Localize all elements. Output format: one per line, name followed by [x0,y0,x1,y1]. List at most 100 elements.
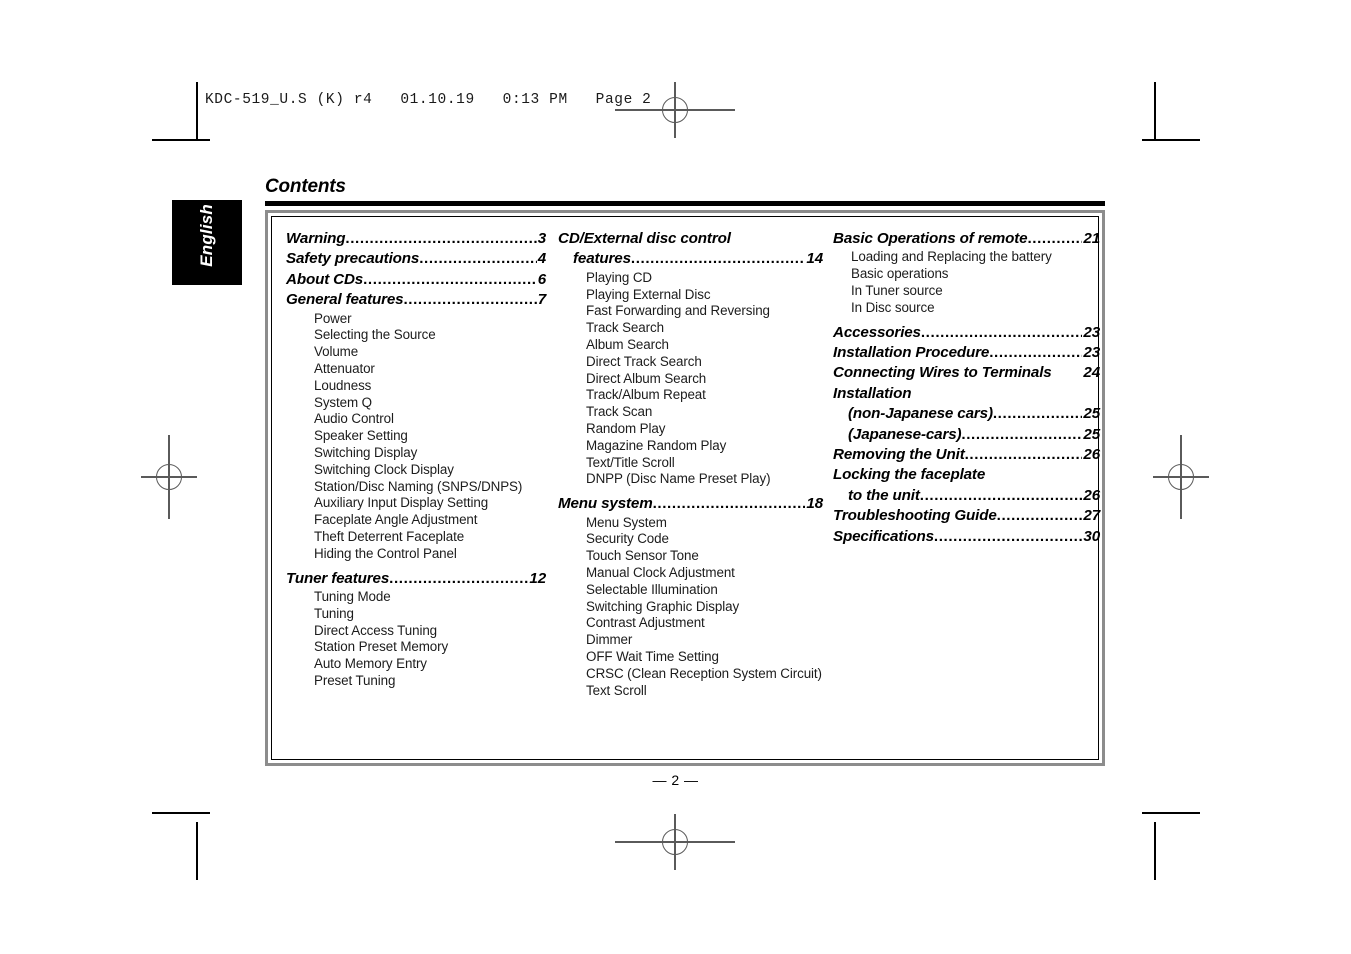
crop-mark-bottom-left-horizontal [152,812,210,814]
toc-subentry[interactable]: Faceplate Angle Adjustment [286,512,546,529]
title-rule [265,201,1105,206]
toc-leader-dots [653,494,806,514]
toc-subentry[interactable]: Fast Forwarding and Reversing [558,303,823,320]
toc-entry-label: (non-Japanese cars) [848,405,993,423]
toc-entry-page: 25 [1083,405,1100,423]
toc-subentry[interactable]: In Disc source [833,300,1100,317]
toc-subentry[interactable]: Random Play [558,421,823,438]
toc-entry-label: Troubleshooting Guide [833,507,997,525]
toc-entry-page: 21 [1083,230,1100,247]
toc-subentry[interactable]: Power [286,311,546,328]
toc-entry-label: Locking the faceplate [833,466,986,484]
toc-subentry[interactable]: Menu System [558,515,823,532]
toc-entry[interactable]: features 14 [558,249,823,269]
toc-leader-dots [345,229,536,249]
toc-subentry[interactable]: Direct Track Search [558,354,823,371]
toc-subentry[interactable]: Tuning [286,606,546,623]
toc-subentry[interactable]: In Tuner source [833,283,1100,300]
page-title: Contents [265,176,346,197]
toc-entry[interactable]: Specifications 30 [833,527,1100,547]
slug-divider [196,88,198,114]
toc-entry[interactable]: Locking the faceplate [833,465,1100,485]
slug-text: KDC-519_U.S (K) r4 01.10.19 0:13 PM Page… [205,92,652,108]
toc-leader-dots [1027,229,1082,249]
toc-subentry[interactable]: Switching Graphic Display [558,599,823,616]
toc-subentry[interactable]: Switching Display [286,445,546,462]
crop-mark-top-right-vertical [1154,82,1156,140]
toc-subentry[interactable]: Basic operations [833,266,1100,283]
toc-subentry[interactable]: Auxiliary Input Display Setting [286,495,546,512]
toc-entry-label: Installation [833,384,912,402]
toc-entry-page: 30 [1083,527,1100,545]
toc-subentry[interactable]: Theft Deterrent Faceplate [286,529,546,546]
toc-subentry[interactable]: Selecting the Source [286,327,546,344]
toc-subentry[interactable]: Loading and Replacing the battery [833,249,1100,266]
toc-entry-label: General features [286,291,404,309]
toc-subentry[interactable]: Station Preset Memory [286,639,546,656]
toc-entry[interactable]: Installation Procedure 23 [833,343,1100,363]
toc-subentry[interactable]: Track Search [558,320,823,337]
language-tab-label: English [197,204,216,267]
toc-entry[interactable]: to the unit 26 [833,486,1100,506]
toc-subentry[interactable]: Contrast Adjustment [558,615,823,632]
toc-subentry[interactable]: Direct Album Search [558,371,823,388]
toc-subentry[interactable]: Volume [286,344,546,361]
toc-subentry[interactable]: Audio Control [286,411,546,428]
toc-subentry[interactable]: Touch Sensor Tone [558,548,823,565]
toc-entry[interactable]: General features 7 [286,290,546,310]
toc-leader-dots [419,249,537,269]
toc-entry[interactable]: Installation [833,384,1100,404]
toc-leader-dots [934,527,1083,547]
toc-leader-dots [389,569,528,589]
toc-entry[interactable]: Basic Operations of remote 21 [833,229,1100,249]
toc-subentry[interactable]: Switching Clock Display [286,462,546,479]
toc-subentry[interactable]: Hiding the Control Panel [286,546,546,563]
toc-subentry[interactable]: DNPP (Disc Name Preset Play) [558,471,823,488]
contents-frame: Warning 3 Safety precautions 4 About CDs 6 Gen… [265,210,1105,766]
toc-entry[interactable]: Warning 3 [286,229,546,249]
toc-entry[interactable]: Safety precautions 4 [286,249,546,269]
toc-subentry[interactable]: CRSC (Clean Reception System Circuit) [558,666,823,683]
toc-entry[interactable]: Tuner features 12 [286,569,546,589]
toc-entry-label: Removing the Unit [833,446,965,464]
crop-mark-bottom-left-vertical [196,822,198,880]
toc-subentry[interactable]: Tuning Mode [286,589,546,606]
toc-subentry[interactable]: System Q [286,395,546,412]
toc-entry[interactable]: About CDs 6 [286,270,546,290]
contents-column-1: Warning 3 Safety precautions 4 About CDs 6 Gen… [272,229,554,759]
toc-entry[interactable]: (Japanese-cars) 25 [833,425,1100,445]
crop-mark-top-right-horizontal [1142,139,1200,141]
toc-subentry[interactable]: Attenuator [286,361,546,378]
toc-entry[interactable]: Troubleshooting Guide 27 [833,506,1100,526]
toc-subentry[interactable]: Loudness [286,378,546,395]
toc-entry-page: 24 [1083,364,1100,382]
toc-subentry[interactable]: OFF Wait Time Setting [558,649,823,666]
toc-subentry[interactable]: Preset Tuning [286,673,546,690]
toc-subentry[interactable]: Selectable Illumination [558,582,823,599]
toc-subentry[interactable]: Track/Album Repeat [558,387,823,404]
toc-subentry[interactable]: Album Search [558,337,823,354]
toc-entry[interactable]: CD/External disc control [558,229,823,249]
toc-entry[interactable]: Connecting Wires to Terminals 24 [833,363,1100,383]
toc-subentry[interactable]: Playing External Disc [558,287,823,304]
toc-subentry[interactable]: Direct Access Tuning [286,623,546,640]
toc-entry[interactable]: Accessories 23 [833,323,1100,343]
toc-entry[interactable]: (non-Japanese cars) 25 [833,404,1100,424]
toc-subentry[interactable]: Manual Clock Adjustment [558,565,823,582]
toc-subentry[interactable]: Station/Disc Naming (SNPS/DNPS) [286,479,546,496]
toc-subentry[interactable]: Playing CD [558,270,823,287]
toc-entry[interactable]: Removing the Unit 26 [833,445,1100,465]
toc-subentry[interactable]: Magazine Random Play [558,438,823,455]
toc-subentry[interactable]: Track Scan [558,404,823,421]
toc-subentry[interactable]: Security Code [558,531,823,548]
toc-subentry[interactable]: Text/Title Scroll [558,455,823,472]
toc-subentry[interactable]: Speaker Setting [286,428,546,445]
toc-leader-dots [989,343,1082,363]
toc-subentry[interactable]: Auto Memory Entry [286,656,546,673]
toc-entry[interactable]: Menu system 18 [558,494,823,514]
toc-subentry[interactable]: Text Scroll [558,683,823,700]
toc-subentry[interactable]: Dimmer [558,632,823,649]
toc-entry-label: to the unit [848,486,920,504]
